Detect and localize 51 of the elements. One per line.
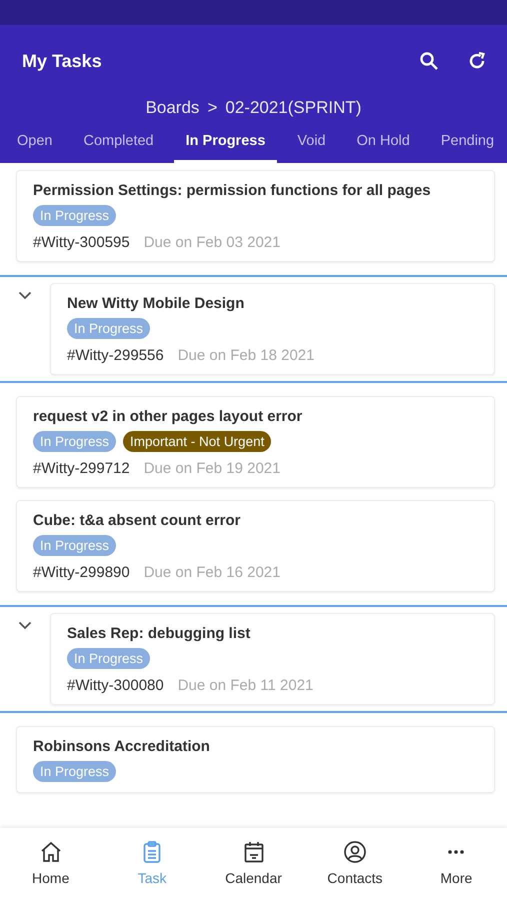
person-icon <box>342 840 367 864</box>
chevron-icon[interactable] <box>18 291 32 300</box>
task-title: Cube: t&a absent count error <box>33 512 242 529</box>
status-tab[interactable]: Pending <box>430 128 506 163</box>
status-tab[interactable]: On Hold <box>346 128 421 163</box>
task-title: Permission Settings: permission functions for all pages <box>33 182 432 199</box>
due-date: Due on Feb 19 2021 <box>144 460 280 477</box>
status-tag: In Progress <box>67 648 150 669</box>
task-card[interactable]: New Witty Mobile Design In Progress #Witty-299556 Due on Feb 18 2021 <box>50 283 495 375</box>
task-title: Robinsons Accreditation <box>33 738 211 755</box>
breadcrumb-link[interactable]: Boards <box>146 98 200 118</box>
nav-tab[interactable]: More <box>406 828 507 900</box>
due-date: Due on Feb 18 2021 <box>178 347 314 364</box>
nav-tab[interactable]: Calendar <box>202 828 304 900</box>
page-title: My Tasks <box>22 50 103 72</box>
status-tab[interactable]: In Progress <box>174 128 278 163</box>
refresh-icon <box>467 51 487 71</box>
status-tab[interactable]: Open <box>6 128 64 163</box>
home-icon <box>38 840 63 864</box>
task-card[interactable]: Cube: t&a absent count error In Progress #Witty-299890 Due on Feb 16 2021 <box>16 500 495 592</box>
task-id: #Witty-300080 <box>67 677 164 694</box>
task-card[interactable]: request v2 in other pages layout error In Progress Important - Not Urgent #Witty-299712 Due on Feb 19 2021 <box>16 396 495 488</box>
task-card[interactable]: Robinsons Accreditation In Progress <box>16 726 495 793</box>
task-id: #Witty-299712 <box>33 460 130 477</box>
more-icon <box>448 850 464 854</box>
task-card[interactable]: Sales Rep: debugging list In Progress #Witty-300080 Due on Feb 11 2021 <box>50 613 495 705</box>
status-tag: In Progress <box>67 318 150 339</box>
task-card[interactable]: Permission Settings: permission functions for all pages In Progress #Witty-300595 Due on Feb 03 2021 <box>16 170 495 262</box>
breadcrumb-separator: > <box>207 98 218 118</box>
status-tag: Important - Not Urgent <box>123 431 272 452</box>
search-icon <box>419 51 439 71</box>
task-title: New Witty Mobile Design <box>67 295 246 312</box>
due-date: Due on Feb 11 2021 <box>178 677 314 694</box>
task-title: request v2 in other pages layout error <box>33 408 304 425</box>
task-id: #Witty-300595 <box>33 234 130 251</box>
task-id: #Witty-299556 <box>67 347 164 364</box>
status-tab[interactable]: Void <box>286 128 337 163</box>
nav-tab[interactable]: Home <box>0 828 102 900</box>
breadcrumb-current: 02-2021(SPRINT) <box>225 98 362 118</box>
status-tag: In Progress <box>33 761 116 782</box>
nav-tab[interactable]: Contacts <box>304 828 406 900</box>
status-tag: In Progress <box>33 205 116 226</box>
task-id: #Witty-299890 <box>33 564 130 581</box>
due-date: Due on Feb 16 2021 <box>144 564 280 581</box>
task-title: Sales Rep: debugging list <box>67 625 252 642</box>
status-tab[interactable]: Completed <box>72 128 165 163</box>
calendar-icon <box>242 840 266 864</box>
status-tag: In Progress <box>33 535 116 556</box>
status-tag: In Progress <box>33 431 116 452</box>
due-date: Due on Feb 03 2021 <box>144 234 280 251</box>
chevron-icon[interactable] <box>18 621 32 630</box>
